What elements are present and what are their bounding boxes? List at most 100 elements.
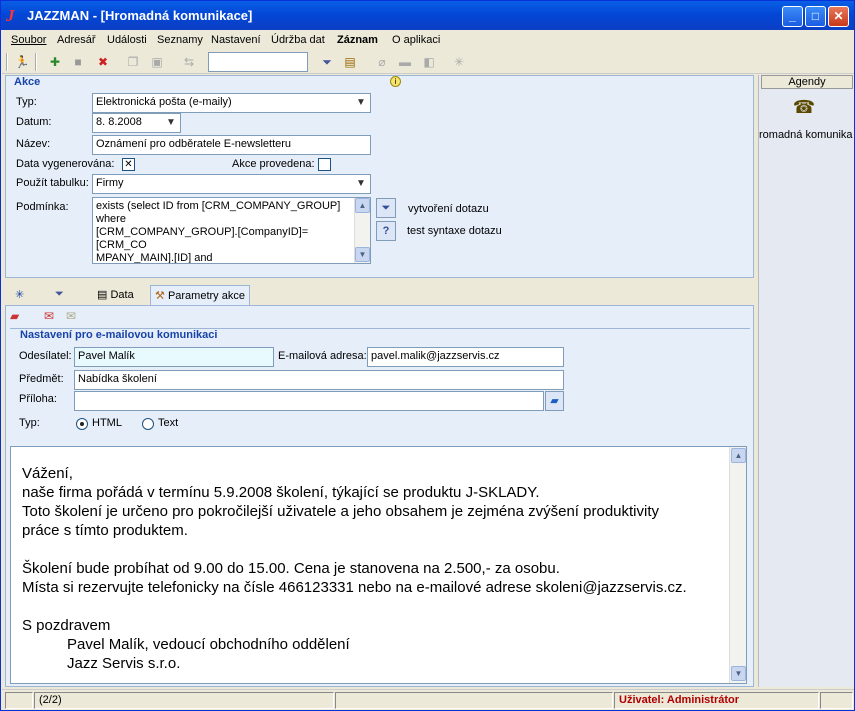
predmet-input[interactable]: Nabídka školení	[74, 370, 564, 390]
test-syntaxe-label[interactable]: test syntaxe dotazu	[407, 225, 502, 237]
status-cell-empty	[5, 692, 33, 709]
message-line: Pavel Malík, vedoucí obchodního oddělení	[67, 636, 350, 653]
menu-o-aplikaci[interactable]: O aplikaci	[392, 34, 440, 46]
grid-icon: ▤	[97, 289, 108, 301]
new-record-icon[interactable]: ✚	[46, 53, 64, 71]
adresa-label: E-mailová adresa:	[278, 350, 367, 362]
scroll-up-icon[interactable]: ▲	[731, 448, 746, 463]
podminka-line: where	[96, 213, 126, 225]
datum-label: Datum:	[16, 116, 52, 128]
info-icon[interactable]: i	[390, 76, 401, 87]
paste-icon[interactable]: ▣	[148, 53, 166, 71]
save-icon[interactable]: ■	[69, 53, 87, 71]
menu-adresar[interactable]: Adresář	[57, 34, 96, 46]
text-radio-label[interactable]: Text	[158, 417, 178, 429]
priloha-label: Příloha:	[19, 393, 57, 405]
odesilatel-label: Odesílatel:	[19, 350, 72, 362]
agendy-header: Agendy	[761, 75, 853, 89]
menu-nastaveni[interactable]: Nastavení	[211, 34, 261, 46]
tab-strip: ✳ ⏷ ▤ Data ⚒ Parametry akce	[5, 285, 754, 305]
sparkle-icon[interactable]: ✳	[450, 53, 468, 71]
open-folder-icon[interactable]: ▰	[10, 309, 30, 327]
priloha-input[interactable]	[74, 391, 544, 411]
scroll-up-icon[interactable]: ▲	[355, 198, 370, 213]
filter-icon[interactable]: ⏷	[318, 53, 336, 71]
datum-picker[interactable]: 8. 8.2008 ▼	[92, 113, 181, 133]
send-all-icon[interactable]: ✉	[66, 309, 86, 327]
browse-folder-icon[interactable]: ▰	[545, 391, 564, 411]
tab-parametry-akce[interactable]: ⚒ Parametry akce	[150, 285, 250, 305]
attach-icon[interactable]: ⌀	[373, 53, 391, 71]
send-icon[interactable]: ✉	[44, 309, 64, 327]
podminka-textarea[interactable]: exists (select ID from [CRM_COMPANY_GROU…	[92, 197, 371, 264]
akce-provedena-checkbox[interactable]	[318, 158, 331, 171]
close-button[interactable]: ✕	[828, 6, 849, 27]
html-radio[interactable]	[76, 418, 88, 430]
message-line: Místa si rezervujte telefonicky na čísle…	[22, 579, 687, 596]
syntax-test-icon[interactable]: ?	[376, 221, 396, 241]
delete-icon[interactable]: ✖	[94, 53, 112, 71]
nazev-input[interactable]: Oznámení pro odběratele E-newsletteru	[92, 135, 371, 155]
copy-icon[interactable]: ❐	[124, 53, 142, 71]
tab-parametry-label: Parametry akce	[167, 290, 245, 302]
typ-select[interactable]: Elektronická pošta (e-maily) ▼	[92, 93, 371, 113]
menu-bar: Soubor Adresář Události Seznamy Nastaven…	[2, 30, 854, 50]
data-vygenerovana-checkbox[interactable]: ✕	[122, 158, 135, 171]
scroll-down-icon[interactable]: ▼	[731, 666, 746, 681]
akce-panel: Akce i Typ: Elektronická pošta (e-maily)…	[5, 75, 754, 278]
toolbar-search-input[interactable]	[208, 52, 308, 72]
current-user: Uživatel: Administrátor	[614, 692, 819, 709]
message-line: Jazz Servis s.r.o.	[67, 655, 181, 672]
tab-filter-icon[interactable]: ⏷	[51, 285, 68, 305]
export-icon[interactable]: ◧	[420, 53, 438, 71]
tab-data[interactable]: ▤ Data	[93, 285, 138, 305]
data-vygenerovana-label: Data vygenerována:	[16, 158, 115, 170]
message-line: Školení bude probíhat od 9.00 do 15.00. …	[22, 560, 560, 577]
tab-star-icon[interactable]: ✳	[11, 285, 28, 305]
menu-soubor[interactable]: Soubor	[11, 34, 46, 46]
html-radio-label[interactable]: HTML	[92, 417, 122, 429]
podminka-line: MPANY_MAIN].[ID] and	[96, 252, 213, 264]
podminka-line: [CRM_COMPANY_GROUP].[CompanyID]=[CRM_CO	[96, 226, 309, 251]
akce-section-title: Akce	[14, 76, 41, 88]
tabulka-select[interactable]: Firmy ▼	[92, 174, 371, 194]
status-bar: (2/2) Uživatel: Administrátor	[2, 689, 854, 710]
chevron-down-icon[interactable]: ▼	[353, 176, 369, 192]
email-settings-group: Nastavení pro e-mailovou komunikaci Odes…	[10, 328, 750, 445]
radio-dot	[80, 422, 84, 426]
mass-communication-icon[interactable]: ☎	[792, 97, 816, 121]
editor-scrollbar[interactable]: ▲ ▼	[729, 447, 746, 683]
move-icon[interactable]: ⇆	[180, 53, 198, 71]
datum-value: 8. 8.2008	[96, 116, 142, 128]
menu-seznamy[interactable]: Seznamy	[157, 34, 203, 46]
sidebar-item-hromadna-komunikace[interactable]: romadná komunikac	[759, 129, 853, 141]
chevron-down-icon[interactable]: ▼	[163, 115, 179, 131]
podminka-label: Podmínka:	[16, 201, 69, 213]
toolbar-separator	[35, 53, 37, 71]
odesilatel-input[interactable]: Pavel Malík	[74, 347, 274, 367]
podminka-scrollbar[interactable]: ▲ ▼	[354, 198, 370, 263]
adresa-input[interactable]: pavel.malik@jazzservis.cz	[367, 347, 564, 367]
predmet-label: Předmět:	[19, 373, 64, 385]
app-window: J JAZZMAN - [Hromadná komunikace] _ □ ✕ …	[0, 0, 855, 711]
documents-icon[interactable]: ▤	[341, 53, 359, 71]
message-line: práce s tímto produktem.	[22, 522, 188, 539]
print-icon[interactable]: ▬	[396, 53, 414, 71]
scroll-down-icon[interactable]: ▼	[355, 247, 370, 262]
text-radio[interactable]	[142, 418, 154, 430]
chevron-down-icon[interactable]: ▼	[353, 95, 369, 111]
minimize-button[interactable]: _	[782, 6, 803, 27]
agendy-sidebar: Agendy ☎ romadná komunikac	[758, 75, 854, 687]
maximize-button[interactable]: □	[805, 6, 826, 27]
query-builder-icon[interactable]: ⏷	[376, 198, 396, 218]
message-editor[interactable]: Vážení, naše firma pořádá v termínu 5.9.…	[10, 446, 747, 684]
toolbar: 🏃 ✚ ■ ✖ ❐ ▣ ⇆ ⏷ ▤ ⌀ ▬ ◧ ✳	[2, 50, 854, 74]
menu-udrzba-dat[interactable]: Údržba dat	[271, 34, 325, 46]
typ-select-value: Elektronická pošta (e-maily)	[96, 96, 232, 108]
vytvoreni-dotazu-label[interactable]: vytvoření dotazu	[408, 203, 489, 215]
menu-zaznam[interactable]: Záznam	[337, 34, 378, 46]
menu-udalosti[interactable]: Události	[107, 34, 147, 46]
message-line: Toto školení je určeno pro pokročilejší …	[22, 503, 660, 520]
tab-data-label: Data	[110, 289, 134, 301]
run-icon[interactable]: 🏃	[13, 53, 31, 71]
